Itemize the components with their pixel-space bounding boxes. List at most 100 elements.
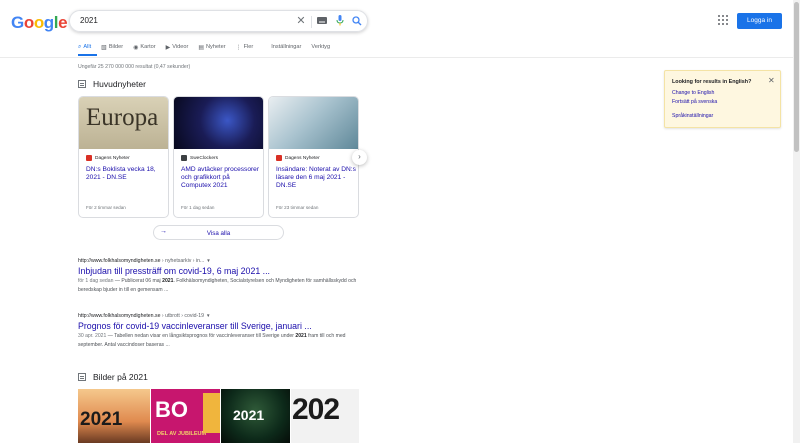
newspaper-icon: ▤: [198, 44, 204, 51]
result-snippet: för 1 dag sedan — Publicerat 06 maj 2021…: [78, 277, 368, 295]
news-card[interactable]: Dagens Nyheter Insändare: Noterat av DN:…: [268, 96, 359, 218]
login-button[interactable]: Logga in: [737, 13, 782, 29]
video-icon: ▶: [165, 44, 171, 51]
search-result: http://www.folkhalsomyndigheten.se › nyh…: [78, 258, 368, 295]
chevron-right-icon[interactable]: ›: [352, 150, 367, 165]
image-icon: [78, 373, 86, 381]
tab-label: Bilder: [108, 44, 124, 50]
thumbnail-art: Europa: [86, 104, 159, 131]
tab-maps[interactable]: ◉ Kartor: [133, 43, 155, 51]
change-to-english-link[interactable]: Change to English: [672, 90, 714, 96]
snippet-text: — Publicerat 06 maj: [113, 278, 163, 284]
logo-letter: g: [43, 13, 54, 32]
tab-images[interactable]: ▧ Bilder: [101, 43, 123, 51]
tab-label: Nyheter: [206, 44, 226, 50]
result-date: 30 apr. 2021: [78, 333, 107, 339]
news-title[interactable]: Insändare: Noterat av DN:s läsare den 6 …: [276, 166, 356, 190]
image-text: 2021: [233, 407, 265, 423]
snippet-highlight: 2021: [295, 333, 307, 339]
tab-all[interactable]: ⌕ Allt: [78, 43, 91, 51]
result-url[interactable]: http://www.folkhalsomyndigheten.se › nyh…: [78, 258, 368, 264]
logo-letter: o: [33, 13, 44, 32]
news-source: SweClockers: [181, 155, 218, 161]
tab-videos[interactable]: ▶ Videor: [166, 43, 189, 51]
newspaper-icon: [78, 80, 86, 88]
tab-label: Inställningar: [271, 44, 302, 50]
source-name: Dagens Nyheter: [285, 155, 320, 161]
result-date: för 1 dag sedan: [78, 278, 114, 284]
news-title[interactable]: DN:s Boklista vecka 18, 2021 - DN.SE: [86, 166, 166, 182]
microphone-icon[interactable]: [333, 14, 347, 28]
section-title: Huvudnyheter: [93, 79, 146, 89]
tab-label: Fler: [243, 44, 254, 50]
image-result[interactable]: BO DEL AV JUBILEUM: [151, 389, 220, 443]
clear-icon[interactable]: ✕: [294, 14, 308, 28]
divider: [311, 16, 312, 28]
tab-label: Allt: [83, 44, 92, 50]
url-breadcrumb: › utbrott › covid-19: [160, 313, 205, 319]
news-age: För 2 timmar sedan: [86, 205, 126, 210]
language-settings-link[interactable]: Språkinställningar: [672, 113, 713, 119]
top-news-heading: Huvudnyheter: [78, 79, 146, 89]
news-thumbnail: [269, 97, 358, 149]
tab-news[interactable]: ▤ Nyheter: [198, 43, 225, 51]
chevron-down-icon[interactable]: ▼: [206, 313, 210, 318]
news-card[interactable]: SweClockers AMD avtäcker processorer och…: [173, 96, 264, 218]
scrollbar[interactable]: [793, 0, 800, 443]
logo-letter: e: [58, 13, 68, 32]
tab-label: Verktyg: [311, 44, 331, 50]
image-result[interactable]: 2021: [221, 389, 290, 443]
close-icon[interactable]: ✕: [768, 76, 775, 85]
news-thumbnail: Europa: [79, 97, 168, 149]
source-name: SweClockers: [190, 155, 218, 161]
map-pin-icon: ◉: [133, 44, 139, 51]
chevron-down-icon[interactable]: ▼: [206, 258, 210, 263]
scrollbar-thumb[interactable]: [794, 2, 799, 152]
divider: [0, 57, 800, 58]
news-source: Dagens Nyheter: [276, 155, 320, 161]
dn-logo-icon: [86, 155, 92, 161]
keyboard-icon[interactable]: [315, 14, 329, 28]
tab-tools[interactable]: Verktyg: [311, 43, 330, 51]
result-title[interactable]: Prognos för covid-19 vaccinleveranser ti…: [78, 321, 368, 331]
image-text: 202: [292, 393, 340, 426]
search-box[interactable]: 2021 ✕: [69, 10, 368, 32]
search-icon: ⌕: [78, 43, 82, 50]
snippet-highlight: 2021: [162, 278, 174, 284]
tab-label: Videor: [172, 44, 189, 50]
more-vert-icon: ⋮: [235, 44, 242, 51]
result-title[interactable]: Inbjudan till pressträff om covid-19, 6 …: [78, 266, 368, 276]
news-thumbnail: [174, 97, 263, 149]
result-snippet: 30 apr. 2021 — Tabellen nedan visar en l…: [78, 332, 368, 350]
news-source: Dagens Nyheter: [86, 155, 130, 161]
images-heading: Bilder på 2021: [78, 372, 148, 382]
image-result[interactable]: 2021: [78, 389, 150, 443]
dn-logo-icon: [276, 155, 282, 161]
sweclockers-logo-icon: [181, 155, 187, 161]
tab-settings[interactable]: Inställningar: [271, 43, 301, 51]
news-title[interactable]: AMD avtäcker processorer och grafikkort …: [181, 166, 261, 190]
language-suggestion-box: Looking for results in English? ✕ Change…: [664, 70, 781, 128]
news-age: För 1 dag sedan: [181, 205, 215, 210]
url-domain: http://www.folkhalsomyndigheten.se: [78, 258, 161, 264]
search-input[interactable]: 2021: [80, 16, 98, 25]
result-stats: Ungefär 25 270 000 000 resultat (0,47 se…: [78, 64, 191, 70]
result-url[interactable]: http://www.folkhalsomyndigheten.se › utb…: [78, 313, 368, 319]
search-result: http://www.folkhalsomyndigheten.se › utb…: [78, 313, 368, 350]
show-all-button[interactable]: → Visa alla: [153, 225, 284, 240]
image-art: [203, 393, 220, 433]
news-age: För 23 timmar sedan: [276, 205, 319, 210]
search-tabs: ⌕ Allt ▧ Bilder ◉ Kartor ▶ Videor ▤ Nyheter ⋮…: [78, 43, 340, 51]
tab-more[interactable]: ⋮ Fler: [236, 43, 254, 51]
image-text: BO: [155, 397, 188, 422]
tab-label: Kartor: [140, 44, 156, 50]
google-logo[interactable]: Google: [11, 13, 68, 33]
image-result[interactable]: 202: [291, 389, 359, 443]
section-title: Bilder på 2021: [93, 372, 148, 382]
keep-swedish-link[interactable]: Fortsätt på svenska: [672, 99, 717, 105]
search-icon[interactable]: [350, 14, 364, 28]
news-card[interactable]: Europa Dagens Nyheter DN:s Boklista veck…: [78, 96, 169, 218]
apps-grid-icon[interactable]: [718, 15, 728, 25]
image-icon: ▧: [101, 44, 107, 51]
show-all-label: Visa alla: [206, 229, 231, 237]
